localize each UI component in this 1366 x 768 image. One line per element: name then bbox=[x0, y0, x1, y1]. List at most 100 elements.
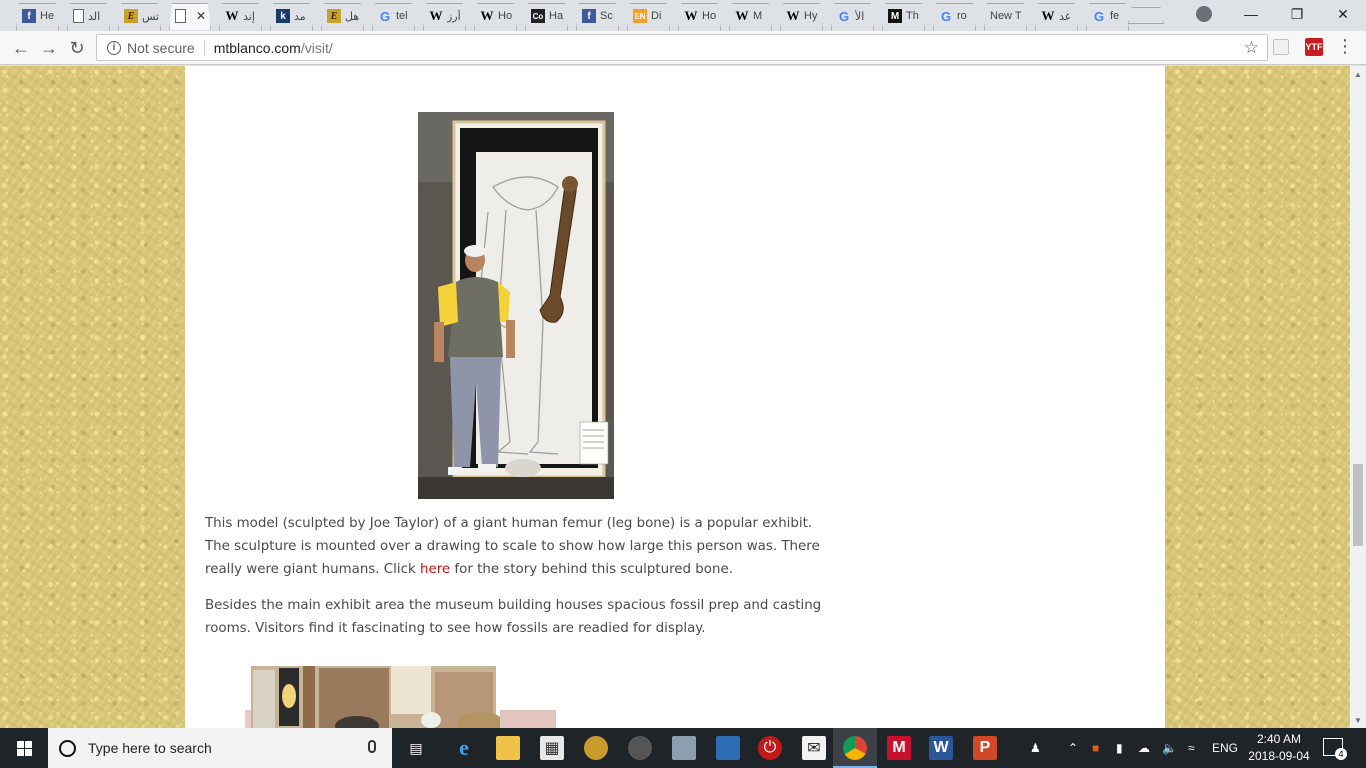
k-icon: k bbox=[276, 9, 290, 23]
close-window-button[interactable]: ✕ bbox=[1320, 0, 1366, 28]
tab-6[interactable]: E هل bbox=[317, 2, 368, 30]
extension-icon[interactable] bbox=[1273, 39, 1289, 55]
tab-16[interactable]: G الأ bbox=[827, 2, 878, 30]
tab-5[interactable]: k مد bbox=[266, 2, 317, 30]
menu-icon[interactable]: ⋮ bbox=[1336, 37, 1354, 55]
story-link[interactable]: here bbox=[420, 562, 450, 577]
notification-count-badge: 4 bbox=[1335, 748, 1347, 760]
start-button[interactable] bbox=[0, 728, 48, 768]
tab-12[interactable]: EN Di bbox=[623, 2, 674, 30]
language-indicator[interactable]: ENG bbox=[1212, 728, 1238, 768]
app-icon-2[interactable] bbox=[628, 736, 652, 760]
tab-label: إند bbox=[243, 10, 255, 23]
edge-icon[interactable]: e bbox=[452, 735, 476, 760]
restore-button[interactable]: ❐ bbox=[1274, 0, 1320, 28]
file-explorer-icon[interactable] bbox=[496, 736, 520, 760]
windows-taskbar: Type here to search ▤ e ▦ ⏻ ✉ M W P ♟ ⌃ … bbox=[0, 728, 1366, 768]
google-icon: G bbox=[1093, 8, 1105, 24]
wikipedia-icon: W bbox=[684, 8, 698, 23]
divider bbox=[203, 39, 205, 56]
tab-8[interactable]: W أرز bbox=[419, 2, 470, 30]
tab-21[interactable]: Gfe bbox=[1082, 2, 1133, 30]
power-app-icon[interactable]: ⏻ bbox=[758, 736, 782, 760]
tab-10[interactable]: Co Ha bbox=[521, 2, 572, 30]
tab-17[interactable]: M Th bbox=[878, 2, 929, 30]
tab-label: Sc bbox=[600, 10, 613, 22]
tab-4[interactable]: W إند bbox=[215, 2, 266, 30]
scrollbar-thumb[interactable] bbox=[1353, 464, 1363, 546]
scroll-down-arrow-icon[interactable]: ▼ bbox=[1350, 712, 1366, 728]
tab-2[interactable]: E تس bbox=[114, 2, 165, 30]
e-icon: E bbox=[124, 9, 138, 23]
tab-3[interactable]: ✕ bbox=[165, 2, 215, 30]
onedrive-icon[interactable]: ☁ bbox=[1138, 728, 1150, 768]
tab-9[interactable]: W Ho bbox=[470, 2, 521, 30]
tab-11[interactable]: f Sc bbox=[572, 2, 623, 30]
profile-icon[interactable] bbox=[1196, 6, 1212, 22]
femur-description-tail: for the story behind this sculptured bon… bbox=[450, 562, 733, 577]
security-label[interactable]: Not secure bbox=[127, 40, 195, 56]
wifi-icon[interactable]: ≈ bbox=[1188, 728, 1195, 768]
tab-7[interactable]: Gtel bbox=[368, 2, 419, 30]
vertical-scrollbar[interactable]: ▲ ▼ bbox=[1350, 66, 1366, 728]
bookmark-star-icon[interactable]: ☆ bbox=[1244, 38, 1259, 58]
forward-button[interactable]: → bbox=[37, 36, 61, 60]
microphone-icon[interactable] bbox=[368, 740, 376, 753]
app-icon-4[interactable] bbox=[716, 736, 740, 760]
tab-13[interactable]: W Ho bbox=[674, 2, 725, 30]
tab-label: Ho bbox=[498, 10, 513, 22]
mcafee-icon[interactable]: M bbox=[887, 736, 911, 760]
minimize-button[interactable]: — bbox=[1228, 0, 1274, 28]
tab-label: tel bbox=[396, 10, 408, 22]
tab-15[interactable]: W Hy bbox=[776, 2, 827, 30]
m-icon: M bbox=[888, 9, 902, 23]
url-path[interactable]: /visit/ bbox=[301, 40, 333, 56]
google-icon: G bbox=[940, 8, 952, 24]
tab-0[interactable]: f He bbox=[12, 2, 63, 30]
app-icon-3[interactable] bbox=[672, 736, 696, 760]
show-hidden-icons-icon[interactable]: ⌃ bbox=[1068, 728, 1078, 768]
scroll-up-arrow-icon[interactable]: ▲ bbox=[1350, 66, 1366, 82]
document-icon bbox=[73, 9, 84, 23]
new-tab-button[interactable] bbox=[1128, 7, 1164, 24]
tab-label: fe bbox=[1110, 10, 1120, 22]
close-tab-icon[interactable]: ✕ bbox=[196, 9, 206, 23]
windows-logo-icon bbox=[16, 740, 32, 756]
powerpoint-icon[interactable]: P bbox=[973, 736, 997, 760]
address-bar[interactable]: i Not secure mtblanco.com /visit/ ☆ bbox=[96, 34, 1268, 61]
tab-label: M bbox=[753, 10, 763, 22]
volume-icon[interactable]: 🔈 bbox=[1162, 728, 1177, 768]
action-center-icon[interactable]: 4 bbox=[1323, 738, 1347, 760]
tab-label: Ha bbox=[549, 10, 564, 22]
battery-icon[interactable]: ▮ bbox=[1116, 728, 1123, 768]
tab-label: New T bbox=[990, 10, 1022, 22]
tab-19[interactable]: New T bbox=[980, 2, 1031, 30]
chrome-icon[interactable] bbox=[843, 736, 867, 760]
app-icon-1[interactable] bbox=[584, 736, 608, 760]
reload-button[interactable]: ↻ bbox=[65, 36, 89, 60]
back-button[interactable]: ← bbox=[9, 36, 33, 60]
tab-14[interactable]: WM bbox=[725, 2, 776, 30]
task-view-icon[interactable]: ▤ bbox=[404, 736, 428, 760]
wikipedia-icon: W bbox=[429, 8, 443, 23]
office-icon[interactable]: ■ bbox=[1092, 728, 1099, 768]
info-icon[interactable]: i bbox=[107, 40, 121, 55]
wikipedia-icon: W bbox=[786, 8, 800, 23]
tab-1[interactable]: الد bbox=[63, 2, 114, 30]
tab-20[interactable]: W غد bbox=[1031, 2, 1082, 30]
en-icon: EN bbox=[633, 9, 647, 23]
store-icon[interactable]: ▦ bbox=[540, 736, 564, 760]
e-icon: E bbox=[327, 9, 341, 23]
url-host[interactable]: mtblanco.com bbox=[214, 40, 301, 56]
mail-icon[interactable]: ✉ bbox=[802, 736, 826, 760]
taskbar-search-box[interactable]: Type here to search bbox=[48, 728, 392, 768]
ytf-extension-icon[interactable]: YTF bbox=[1305, 38, 1323, 56]
word-icon[interactable]: W bbox=[929, 736, 953, 760]
prep-rooms-description: Besides the main exhibit area the museum… bbox=[205, 598, 822, 636]
tab-label: هل bbox=[345, 10, 360, 23]
people-icon[interactable]: ♟ bbox=[1030, 728, 1041, 768]
wikipedia-icon: W bbox=[225, 8, 239, 23]
system-clock[interactable]: 2:40 AM 2018-09-04 bbox=[1244, 731, 1314, 765]
femur-exhibit-photo bbox=[418, 112, 614, 499]
tab-18[interactable]: Gro bbox=[929, 2, 980, 30]
